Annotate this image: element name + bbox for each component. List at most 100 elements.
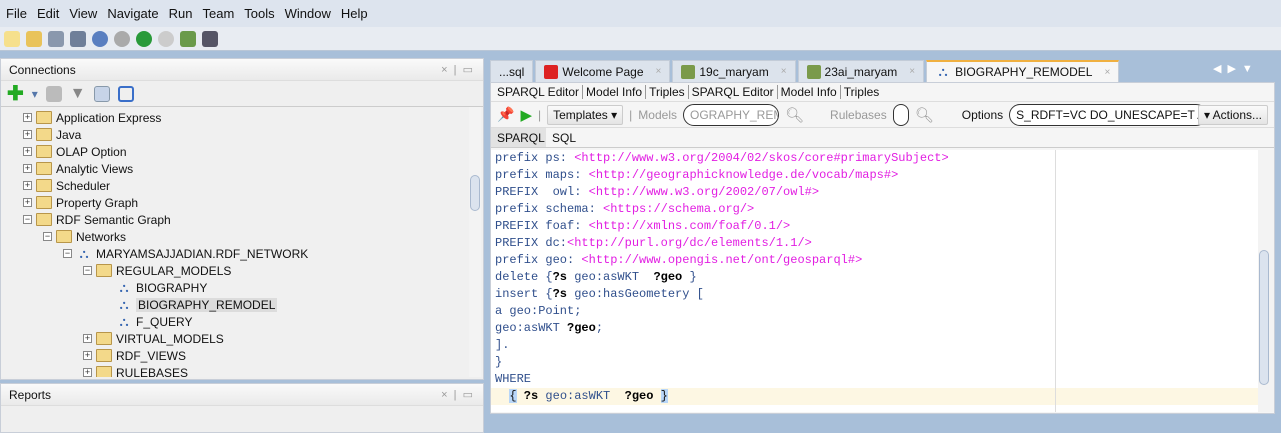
close-tab-icon[interactable]: × — [781, 66, 787, 77]
models-field[interactable]: OGRAPHY_REMO — [682, 103, 779, 126]
tree-node[interactable]: + Scheduler — [23, 177, 110, 194]
code-token: PREFIX foaf: — [495, 219, 589, 233]
subtab-triples[interactable]: Triples — [841, 85, 883, 99]
tree-node[interactable]: − REGULAR_MODELS — [83, 262, 231, 279]
code-line: a geo:Point; — [491, 303, 1258, 320]
back-icon[interactable] — [136, 30, 152, 47]
tree-node-label: BIOGRAPHY — [136, 280, 208, 295]
close-minimize-icon[interactable]: × | ▭ — [441, 388, 473, 401]
tree-scrollbar[interactable] — [469, 107, 481, 377]
save-all-icon[interactable] — [70, 30, 86, 47]
save-icon[interactable] — [48, 30, 64, 47]
menu-file[interactable]: File — [4, 6, 35, 21]
collapse-icon[interactable]: − — [23, 215, 32, 224]
search-icon[interactable]: 🔍︎ — [915, 106, 934, 124]
tab-23ai-maryam[interactable]: 23ai_maryam × — [797, 60, 925, 82]
code-token: delete { — [495, 270, 553, 284]
open-icon[interactable] — [26, 30, 42, 47]
code-token: prefix ps: — [495, 151, 575, 165]
close-minimize-icon[interactable]: × | ▭ — [441, 63, 473, 76]
graph-icon: ⛬ — [119, 279, 129, 295]
schema-browser-icon[interactable] — [93, 85, 110, 102]
collapse-icon[interactable]: − — [83, 266, 92, 275]
tree-node-label: F_QUERY — [136, 314, 193, 329]
tree-node[interactable]: + Java — [23, 126, 81, 143]
tab-sparql[interactable]: SPARQL — [491, 128, 546, 147]
redo-icon[interactable] — [114, 30, 130, 47]
tab-sql[interactable]: SQL — [546, 128, 582, 147]
tree-node[interactable]: ⛬ F_QUERY — [103, 313, 192, 330]
expand-icon[interactable]: + — [23, 113, 32, 122]
tab--sql[interactable]: ...sql — [490, 60, 534, 82]
menu-tools[interactable]: Tools — [242, 6, 282, 21]
code-token: <http://www.opengis.net/ont/geosparql#> — [581, 253, 863, 267]
tab-welcome-page[interactable]: Welcome Page × — [535, 60, 671, 82]
search-icon[interactable]: 🔍︎ — [785, 106, 804, 124]
subtab-sparql-editor[interactable]: SPARQL Editor — [689, 85, 778, 99]
refresh-icon[interactable] — [45, 85, 62, 102]
tree-node[interactable]: + OLAP Option — [23, 143, 127, 160]
close-tab-icon[interactable]: × — [656, 66, 662, 77]
tree-node[interactable]: + RULEBASES — [83, 364, 188, 377]
options-field[interactable]: S_RDFT=VC DO_UNESCAPE=T ALLOW — [1009, 103, 1208, 126]
editor-scrollbar[interactable] — [1258, 150, 1274, 412]
models-label: Models — [638, 107, 677, 122]
rulebases-field[interactable] — [892, 103, 909, 126]
expand-icon[interactable]: + — [23, 164, 32, 173]
actions-label: Actions... — [1212, 107, 1262, 122]
code-token: ?geo — [653, 270, 683, 284]
tree-node[interactable]: + Analytic Views — [23, 160, 133, 177]
tree-node[interactable]: ⛬ BIOGRAPHY — [103, 279, 207, 296]
run-icon[interactable]: ▶ — [520, 106, 532, 124]
tree-node[interactable]: − ⛬ MARYAMSAJJADIAN.RDF_NETWORK — [63, 245, 308, 262]
folder-icon — [36, 179, 52, 192]
expand-icon[interactable]: + — [23, 181, 32, 190]
tree-node[interactable]: − Networks — [43, 228, 126, 245]
expand-icon[interactable]: + — [23, 198, 32, 207]
menu-run[interactable]: Run — [167, 6, 201, 21]
expand-icon[interactable]: + — [83, 368, 92, 377]
binoculars-icon[interactable] — [202, 30, 218, 47]
collapse-icon[interactable]: − — [43, 232, 52, 241]
menu-navigate[interactable]: Navigate — [105, 6, 166, 21]
close-tab-icon[interactable]: × — [909, 66, 915, 77]
expand-icon[interactable]: + — [23, 130, 32, 139]
tree-node[interactable]: + RDF_VIEWS — [83, 347, 186, 364]
add-connection-icon[interactable]: ✚ — [7, 81, 24, 106]
pin-icon[interactable]: 📌 — [497, 106, 514, 123]
menu-team[interactable]: Team — [200, 6, 242, 21]
dropdown-icon[interactable]: ▾ — [32, 87, 38, 101]
menu-window[interactable]: Window — [283, 6, 339, 21]
menu-help[interactable]: Help — [339, 6, 376, 21]
collapse-icon[interactable]: − — [63, 249, 72, 258]
expand-icon[interactable]: + — [83, 334, 92, 343]
menu-view[interactable]: View — [67, 6, 105, 21]
tree-node[interactable]: + VIRTUAL_MODELS — [83, 330, 224, 347]
tab-biography-remodel[interactable]: ⛬ BIOGRAPHY_REMODEL × — [926, 60, 1120, 82]
forward-icon[interactable] — [158, 30, 174, 47]
undo-icon[interactable] — [92, 30, 108, 47]
tab-19c-maryam[interactable]: 19c_maryam × — [672, 60, 796, 82]
subtab-model-info[interactable]: Model Info — [583, 85, 647, 99]
sql-worksheet-icon[interactable] — [180, 30, 196, 47]
menu-edit[interactable]: Edit — [35, 6, 67, 21]
code-editor[interactable]: prefix ps: <http://www.w3.org/2004/02/sk… — [491, 150, 1258, 412]
tab-nav-icons[interactable]: ◀▶▼ — [1213, 62, 1259, 75]
subtab-model-info[interactable]: Model Info — [778, 85, 841, 99]
subtab-triples[interactable]: Triples — [646, 85, 689, 99]
expand-icon[interactable]: + — [23, 147, 32, 156]
tree-node[interactable]: + Property Graph — [23, 194, 138, 211]
collapse-icon[interactable] — [117, 85, 134, 102]
templates-button[interactable]: Templates ▾ — [547, 104, 624, 125]
tree-node[interactable]: + Application Express — [23, 109, 161, 126]
filter-icon[interactable]: ▼ — [70, 85, 86, 103]
expand-icon[interactable]: + — [83, 351, 92, 360]
tree-node[interactable]: ⛬ BIOGRAPHY_REMODEL — [103, 296, 278, 313]
sql-connection-icon — [806, 64, 821, 79]
close-tab-icon[interactable]: × — [1104, 67, 1110, 78]
new-icon[interactable] — [4, 30, 20, 47]
actions-button[interactable]: ▾ Actions... — [1197, 104, 1268, 125]
subtab-sparql-editor[interactable]: SPARQL Editor — [494, 85, 584, 99]
tree-node[interactable]: − RDF Semantic Graph — [23, 211, 171, 228]
tree-node-label: VIRTUAL_MODELS — [116, 331, 224, 346]
